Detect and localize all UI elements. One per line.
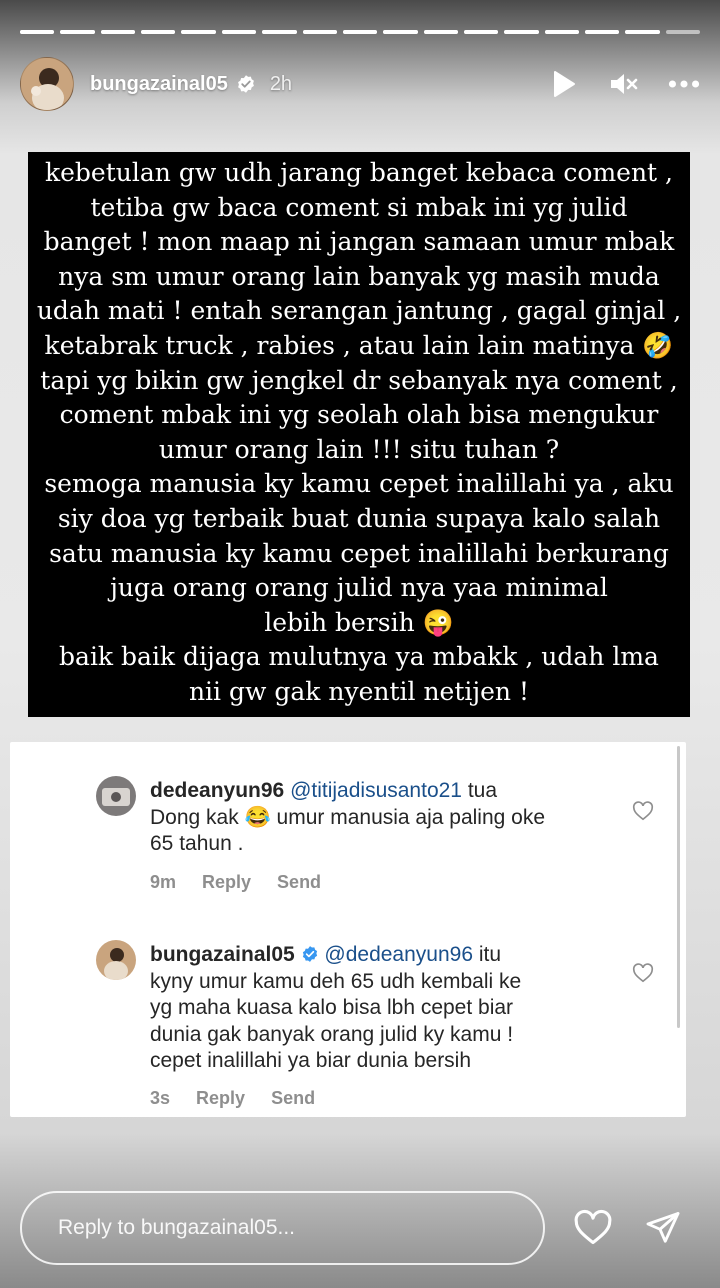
progress-segment bbox=[20, 30, 55, 34]
comment-meta: 3s Reply Send bbox=[150, 1088, 315, 1109]
story-text-line: nya sm umur orang lain banyak yg masih m… bbox=[58, 261, 660, 291]
verified-badge-icon bbox=[302, 946, 317, 962]
story-time: 2h bbox=[269, 72, 293, 95]
comment-username[interactable]: dedeanyun96 bbox=[150, 779, 284, 802]
progress-segment bbox=[383, 30, 418, 34]
story-text-line: siy doa yg terbaik buat dunia supaya kal… bbox=[57, 503, 661, 533]
comment-line: itu bbox=[478, 943, 502, 966]
play-button[interactable] bbox=[548, 68, 580, 100]
comment-username[interactable]: bungazainal05 bbox=[150, 943, 295, 966]
comment-time: 3s bbox=[150, 1088, 171, 1108]
story-text-line: umur orang lain !!! situ tuhan ? bbox=[158, 434, 560, 464]
progress-segment bbox=[221, 30, 257, 34]
progress-segment bbox=[141, 30, 176, 34]
verified-badge-icon bbox=[237, 75, 254, 93]
story-text-line: tetiba gw baca coment si mbak ini yg jul… bbox=[90, 192, 628, 222]
comment-line: dunia gak banyak orang julid ky kamu ! bbox=[150, 1022, 514, 1046]
heart-icon bbox=[574, 1209, 612, 1245]
comment-avatar-photo bbox=[96, 776, 136, 816]
mute-button[interactable] bbox=[608, 68, 640, 100]
progress-segment bbox=[544, 30, 580, 34]
story-text-line: nii gw gak nyentil netijen ! bbox=[188, 676, 530, 706]
progress-segment bbox=[585, 30, 620, 34]
progress-segment bbox=[262, 30, 297, 34]
comment-line: Dong kak 😂 umur manusia aja paling oke bbox=[150, 805, 546, 829]
story-username[interactable]: bungazainal05 bbox=[90, 73, 228, 96]
reply-placeholder: Reply to bungazainal05... bbox=[58, 1216, 295, 1239]
story-text-line: udah mati ! entah serangan jantung , gag… bbox=[36, 296, 682, 326]
story-text-line: lebih bersih 😜 bbox=[264, 607, 454, 637]
comment-line: yg maha kuasa kalo bisa lbh cepet biar bbox=[150, 996, 514, 1019]
comment-text: dedeanyun96 @titijadisusanto21 tua Dong … bbox=[150, 778, 626, 858]
comment-mention[interactable]: @dedeanyun96 bbox=[324, 943, 473, 966]
comment-avatar-photo bbox=[96, 940, 136, 980]
story-text-line: juga orang orang julid nya yaa minimal bbox=[110, 573, 608, 603]
story-text-line: tapi yg bikin gw jengkel dr sebanyak nya… bbox=[40, 365, 678, 395]
send-story-button[interactable] bbox=[640, 1204, 686, 1250]
story-text-line: kebetulan gw udh jarang banget kebaca co… bbox=[44, 158, 673, 187]
like-story-button[interactable] bbox=[570, 1204, 616, 1250]
story-text-line: ketabrak truck , rabies , atau lain lain… bbox=[44, 330, 674, 360]
comment-avatar[interactable] bbox=[96, 776, 136, 816]
story-progress-bar bbox=[20, 30, 701, 34]
story-header: bungazainal05 2h bbox=[20, 56, 700, 112]
progress-segment bbox=[60, 30, 95, 34]
scrollbar bbox=[677, 746, 680, 1028]
progress-segment bbox=[423, 30, 458, 34]
comment-mention[interactable]: @titijadisusanto21 bbox=[290, 779, 462, 802]
comment-screenshot-card: dedeanyun96 @titijadisusanto21 tua Dong … bbox=[10, 742, 686, 1117]
comment-item: bungazainal05 @dedeanyun96 itu kyny umur… bbox=[150, 942, 626, 1075]
heart-icon[interactable] bbox=[632, 800, 654, 822]
story-text-line: baik baik dijaga mulutnya ya mbakk , uda… bbox=[59, 642, 659, 672]
story-text-line: banget ! mon maap ni jangan samaan umur … bbox=[43, 227, 675, 257]
progress-segment bbox=[463, 30, 499, 34]
comment-send-button[interactable]: Send bbox=[271, 1088, 315, 1109]
progress-segment bbox=[342, 30, 378, 34]
comment-text: bungazainal05 @dedeanyun96 itu kyny umur… bbox=[150, 942, 626, 1075]
more-horizontal-icon bbox=[668, 80, 700, 88]
send-icon bbox=[646, 1212, 680, 1243]
heart-icon[interactable] bbox=[632, 962, 654, 984]
avatar-photo bbox=[21, 58, 73, 110]
progress-segment bbox=[504, 30, 539, 34]
progress-segment bbox=[625, 30, 660, 34]
speaker-muted-icon bbox=[611, 74, 638, 94]
progress-segment bbox=[665, 30, 701, 34]
avatar[interactable] bbox=[20, 57, 74, 111]
progress-segment bbox=[302, 30, 337, 34]
reply-input[interactable]: Reply to bungazainal05... bbox=[20, 1191, 545, 1265]
progress-segment bbox=[100, 30, 136, 34]
story-text-line: satu manusia ky kamu cepet inalillahi be… bbox=[49, 538, 669, 568]
comment-reply-button[interactable]: Reply bbox=[202, 872, 251, 893]
comment-send-button[interactable]: Send bbox=[277, 872, 321, 893]
more-options-button[interactable] bbox=[668, 68, 700, 100]
comment-time: 9m bbox=[150, 872, 177, 892]
comment-line: kyny umur kamu deh 65 udh kembali ke bbox=[150, 969, 522, 993]
comment-line: cepet inalillahi ya biar dunia bersih bbox=[150, 1049, 472, 1072]
comment-item: dedeanyun96 @titijadisusanto21 tua Dong … bbox=[150, 778, 626, 858]
progress-segment bbox=[181, 30, 216, 34]
comment-reply-button[interactable]: Reply bbox=[196, 1088, 245, 1109]
story-text-block: kebetulan gw udh jarang banget kebaca co… bbox=[28, 152, 690, 717]
story-text-line: coment mbak ini yg seolah olah bisa meng… bbox=[59, 400, 659, 430]
comment-line: tua bbox=[467, 779, 498, 802]
comment-avatar[interactable] bbox=[96, 940, 136, 980]
story-text-line: semoga manusia ky kamu cepet inalillahi … bbox=[44, 469, 674, 499]
play-icon bbox=[554, 71, 575, 97]
comment-line: 65 tahun . bbox=[150, 832, 244, 855]
comment-meta: 9m Reply Send bbox=[150, 872, 321, 893]
